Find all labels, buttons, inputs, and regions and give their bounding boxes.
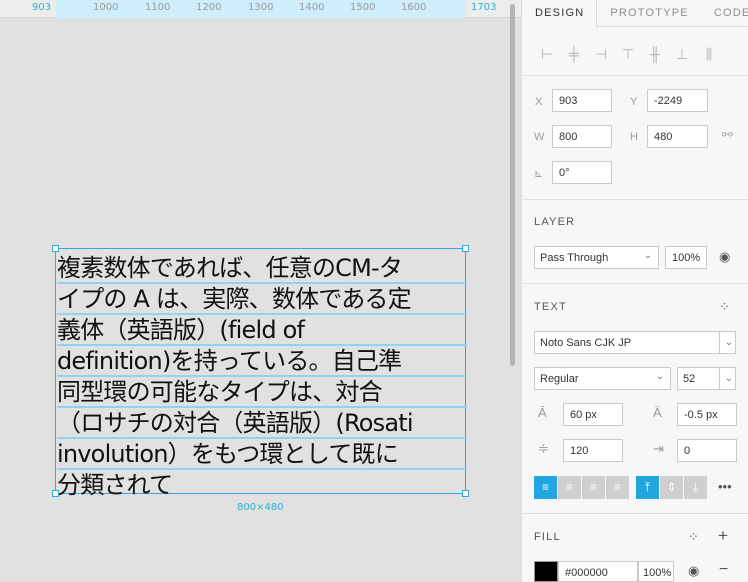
drag-handle-icon[interactable]: ⁘ — [719, 299, 730, 315]
divider — [522, 283, 748, 284]
constrain-proportions-icon[interactable]: ⚯ — [722, 127, 733, 143]
tab-prototype[interactable]: PROTOTYPE — [597, 0, 700, 27]
chevron-down-icon: ⌄ — [643, 250, 652, 261]
y-label: Y — [630, 96, 638, 108]
eye-icon[interactable]: ◉ — [719, 249, 730, 265]
height-field[interactable]: 480 — [647, 125, 708, 148]
font-size-value: 52 — [683, 373, 696, 385]
alignment-toolbar: ⊢ ╪ ⊣ ⊤ ╫ ⊥ ⫼ — [522, 38, 748, 70]
align-text-right-icon[interactable]: ≡ — [582, 476, 605, 499]
design-canvas[interactable]: 903 1000 1100 1200 1300 1400 1500 1600 1… — [0, 0, 521, 582]
blend-mode-select[interactable]: Pass Through ⌄ — [534, 246, 659, 269]
text-section-title: TEXT — [534, 301, 567, 313]
blend-mode-value: Pass Through — [540, 252, 609, 264]
fill-opacity-field[interactable]: 100% — [638, 561, 674, 582]
align-text-left-icon[interactable]: ≡ — [534, 476, 557, 499]
chevron-down-icon: ⌄ — [655, 371, 664, 382]
ruler-left-edge: 903 — [32, 2, 52, 13]
font-family-value: Noto Sans CJK JP — [540, 337, 632, 349]
text-line: 分類されて — [57, 471, 173, 499]
ruler-right-edge: 1703 — [471, 2, 497, 13]
paragraph-indent-icon: ⇥ — [653, 441, 664, 456]
more-options-icon[interactable]: ••• — [718, 479, 732, 494]
divider — [522, 513, 748, 514]
align-left-icon[interactable]: ⊢ — [537, 44, 557, 64]
text-line: 複素数体であれば、任意のCM-タ — [57, 253, 467, 284]
ruler-tick-label: 1500 — [350, 2, 376, 13]
line-height-field[interactable]: 60 px — [563, 403, 623, 426]
h-label: H — [630, 131, 638, 143]
text-line: 義体（英語版）(field of — [57, 315, 467, 346]
align-right-icon[interactable]: ⊣ — [591, 44, 611, 64]
add-fill-icon[interactable]: + — [718, 526, 728, 546]
paragraph-spacing-icon: ≑ — [538, 441, 549, 456]
align-text-justify-icon[interactable]: ≡ — [606, 476, 629, 499]
dimension-label: 800×480 — [237, 502, 284, 513]
text-line: definition)を持っている。自己準 — [57, 346, 467, 377]
fill-section-title: FILL — [534, 531, 561, 543]
x-label: X — [535, 96, 543, 108]
text-line: 同型環の可能なタイプは、対合 — [57, 377, 467, 408]
fill-color-swatch[interactable] — [534, 561, 558, 582]
align-top-icon[interactable]: ⊤ — [618, 44, 638, 64]
align-bottom-icon[interactable]: ⊥ — [672, 44, 692, 64]
rotation-field[interactable]: 0° — [552, 161, 612, 184]
eye-icon[interactable]: ◉ — [688, 563, 699, 579]
align-center-vertical-icon[interactable]: ╫ — [645, 44, 665, 64]
vertical-align-top-icon[interactable]: ⤒ — [636, 476, 659, 499]
text-line: （ロサチの対合（英語版）(Rosati — [57, 408, 467, 439]
text-layer[interactable]: 複素数体であれば、任意のCM-タ イプの A は、実際、数体である定 義体（英語… — [57, 253, 467, 501]
rotation-icon: ⊾ — [534, 168, 544, 180]
layer-opacity-field[interactable]: 100% — [665, 246, 707, 269]
font-family-select[interactable]: Noto Sans CJK JP ⌄ — [534, 331, 736, 354]
fill-hex-field[interactable]: #000000 — [558, 561, 638, 582]
distribute-icon[interactable]: ⫼ — [699, 44, 719, 64]
drag-handle-icon[interactable]: ⁘ — [688, 529, 699, 545]
letter-spacing-field[interactable]: -0.5 px — [677, 403, 737, 426]
paragraph-indent-field[interactable]: 0 — [677, 439, 737, 462]
align-center-horizontal-icon[interactable]: ╪ — [564, 44, 584, 64]
tab-design[interactable]: DESIGN — [522, 0, 598, 27]
vertical-align-bottom-icon[interactable]: ⤓ — [684, 476, 707, 499]
font-weight-select[interactable]: Regular ⌄ — [534, 367, 671, 390]
ruler-tick-label: 1400 — [299, 2, 325, 13]
w-label: W — [534, 131, 545, 143]
resize-handle-top-left[interactable] — [52, 245, 59, 252]
resize-handle-top-right[interactable] — [462, 245, 469, 252]
divider — [522, 75, 748, 76]
ruler-tick-label: 1200 — [196, 2, 222, 13]
vertical-align-middle-icon[interactable]: ⇕ — [660, 476, 683, 499]
chevron-down-icon: ⌄ — [718, 332, 733, 353]
text-line: イプの A は、実際、数体である定 — [57, 284, 467, 315]
letter-spacing-icon: Ä — [653, 405, 662, 420]
divider — [522, 199, 748, 200]
remove-fill-icon[interactable]: − — [719, 561, 728, 579]
inspector-tabs: DESIGN PROTOTYPE CODE — [522, 0, 748, 27]
vertical-scrollbar[interactable] — [510, 4, 515, 366]
x-field[interactable]: 903 — [552, 89, 612, 112]
width-field[interactable]: 800 — [552, 125, 612, 148]
tab-code[interactable]: CODE — [701, 0, 748, 27]
ruler-tick-label: 1100 — [145, 2, 171, 13]
ruler-tick-label: 1300 — [248, 2, 274, 13]
chevron-down-icon: ⌄ — [718, 368, 733, 389]
font-size-select[interactable]: 52 ⌄ — [677, 367, 736, 390]
ruler-tick-label: 1600 — [401, 2, 427, 13]
paragraph-spacing-field[interactable]: 120 — [563, 439, 623, 462]
text-line: involution）をもつ環として既に — [57, 439, 467, 470]
horizontal-ruler: 903 1000 1100 1200 1300 1400 1500 1600 1… — [0, 0, 521, 18]
align-text-center-icon[interactable]: ≡ — [558, 476, 581, 499]
ruler-tick-label: 1000 — [93, 2, 119, 13]
inspector-panel: DESIGN PROTOTYPE CODE ⊢ ╪ ⊣ ⊤ ╫ ⊥ ⫼ X 90… — [521, 0, 748, 582]
y-field[interactable]: -2249 — [647, 89, 708, 112]
font-weight-value: Regular — [540, 373, 579, 385]
layer-section-title: LAYER — [534, 216, 576, 228]
line-height-icon: Ā — [538, 405, 547, 420]
